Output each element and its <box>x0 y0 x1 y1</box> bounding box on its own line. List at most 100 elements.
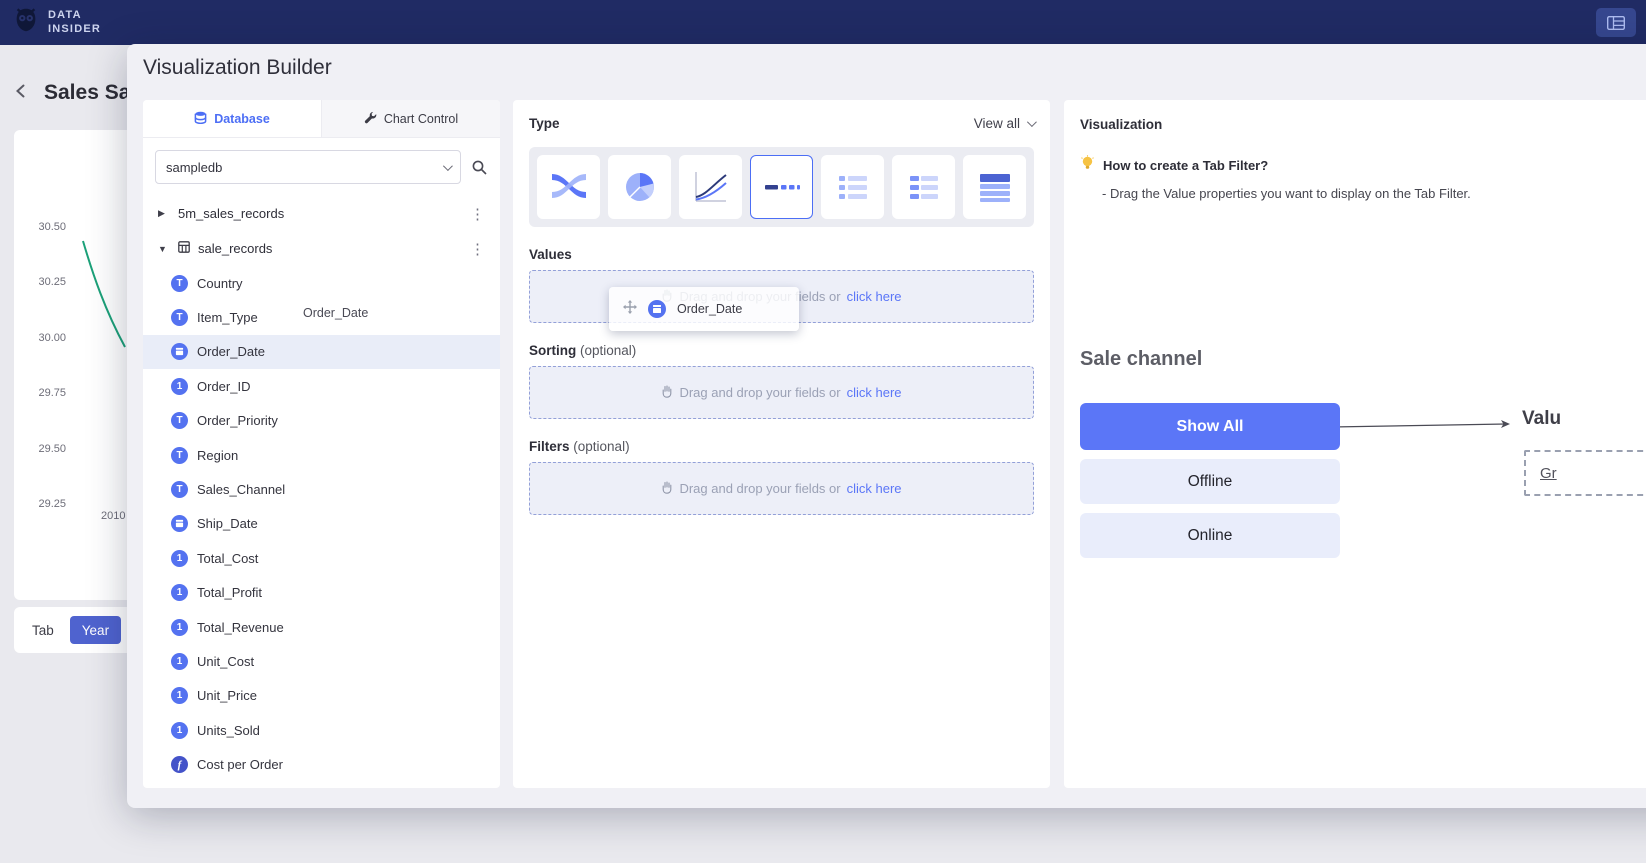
field-item-total-profit[interactable]: 1 Total_Profit <box>143 576 500 610</box>
table-tree: ▶ 5m_sales_records ⋮ ▼ sale_records ⋮ TC… <box>143 196 500 782</box>
field-item-total-revenue[interactable]: 1Total_Revenue <box>143 610 500 644</box>
tip-body: - Drag the Value properties you want to … <box>1102 186 1471 201</box>
y-axis-tick: 29.75 <box>20 387 66 399</box>
line-series <box>75 235 135 360</box>
dropzone-section-sorting: Sorting (optional) Drag and drop your fie… <box>529 343 1034 419</box>
annotation-group-label[interactable]: Gr <box>1540 465 1557 482</box>
chart-type-checklist-icon[interactable] <box>892 155 955 219</box>
chart-type-bullet-list-icon[interactable] <box>821 155 884 219</box>
tab-chart-control[interactable]: Chart Control <box>321 100 500 137</box>
field-label: Sales_Channel <box>197 482 285 497</box>
dropzone-heading: Filters (optional) <box>529 439 1034 454</box>
screen: DATA INSIDER Sales Sa 30.5030.2530.0029.… <box>0 0 1646 863</box>
text-field-icon: T <box>171 412 188 429</box>
kebab-menu-icon[interactable]: ⋮ <box>467 205 488 223</box>
field-item-total-cost[interactable]: 1 Total_Cost <box>143 541 500 575</box>
visualization-heading: Visualization <box>1080 117 1162 132</box>
field-label: Region <box>197 448 238 463</box>
field-item-region[interactable]: TRegion <box>143 438 500 472</box>
caret-right-icon[interactable]: ▶ <box>158 208 170 219</box>
preview-chart-title: Sale channel <box>1080 348 1202 371</box>
brand-text: DATA INSIDER <box>48 9 101 37</box>
field-label: Country <box>197 276 243 291</box>
tip-title: How to create a Tab Filter? <box>1103 158 1268 173</box>
filter-button-online[interactable]: Online <box>1080 513 1340 558</box>
view-all-button[interactable]: View all <box>974 116 1034 131</box>
click-here-link[interactable]: click here <box>847 481 902 496</box>
field-label: Order_Date <box>197 344 265 359</box>
type-header-row: Type View all <box>529 116 1034 131</box>
field-label: Unit_Price <box>197 688 257 703</box>
chart-type-tab-filter-icon[interactable] <box>750 155 813 219</box>
chart-config-panel: Type View all Values Drag and drop your … <box>513 100 1050 788</box>
annotation-value-label: Valu <box>1522 408 1561 430</box>
field-label: Unit_Cost <box>197 654 254 669</box>
table-label: 5m_sales_records <box>178 206 284 221</box>
drag-ghost-label: Order_Date <box>677 302 742 316</box>
dropzone-filters[interactable]: Drag and drop your fields orclick here <box>529 462 1034 515</box>
number-field-icon: 1 <box>171 550 188 567</box>
text-field-icon: T <box>171 309 188 326</box>
field-item-order-priority[interactable]: T Order_Priority <box>143 404 500 438</box>
field-item-item-type[interactable]: T Item_Type <box>143 300 500 334</box>
period-tab-tab[interactable]: Tab <box>22 616 64 644</box>
drag-ghost-chip[interactable]: Order_Date <box>609 287 799 331</box>
number-field-icon: 1 <box>171 584 188 601</box>
search-button[interactable] <box>471 159 488 176</box>
y-axis-tick: 29.50 <box>20 443 66 455</box>
field-item-sales-channel[interactable]: T Sales_Channel <box>143 472 500 506</box>
field-label: Total_Profit <box>197 585 262 600</box>
database-icon <box>194 111 207 127</box>
date-field-icon <box>171 515 188 532</box>
number-field-icon: 1 <box>171 687 188 704</box>
database-select-row: sampledb <box>143 138 500 196</box>
field-label: Units_Sold <box>197 723 260 738</box>
brand: DATA INSIDER <box>12 6 101 39</box>
search-icon <box>471 159 488 176</box>
field-list: TCountryTItem_TypeOrder_Date1Order_IDTOr… <box>143 266 500 782</box>
dropzone-heading: Sorting (optional) <box>529 343 1034 358</box>
field-label: Total_Cost <box>197 551 258 566</box>
click-here-link[interactable]: click here <box>847 289 902 304</box>
database-panel: Database Chart Control sampledb <box>143 100 500 788</box>
field-item-cost-per-order[interactable]: fCost per Order <box>143 747 500 781</box>
field-item-unit-cost[interactable]: 1 Unit_Cost <box>143 644 500 678</box>
y-axis-tick: 30.00 <box>20 332 66 344</box>
number-field-icon: 1 <box>171 378 188 395</box>
table-item-sale-records[interactable]: ▼ sale_records ⋮ <box>143 231 500 266</box>
chart-type-sankey-chart-icon[interactable] <box>537 155 600 219</box>
view-all-label: View all <box>974 116 1020 131</box>
dropzone-sorting[interactable]: Drag and drop your fields orclick here <box>529 366 1034 419</box>
top-navbar: DATA INSIDER <box>0 0 1646 45</box>
filter-button-show-all[interactable]: Show All <box>1080 403 1340 450</box>
field-item-unit-price[interactable]: 1 Unit_Price <box>143 679 500 713</box>
table-item-5m-sales-records[interactable]: ▶ 5m_sales_records ⋮ <box>143 196 500 231</box>
caret-down-icon[interactable]: ▼ <box>158 244 170 254</box>
filter-button-offline[interactable]: Offline <box>1080 459 1340 504</box>
y-axis-tick: 29.25 <box>20 498 66 510</box>
field-item-country[interactable]: TCountry <box>143 266 500 300</box>
drag-hand-icon <box>661 481 673 497</box>
click-here-link[interactable]: click here <box>847 385 902 400</box>
tab-database[interactable]: Database <box>143 100 321 137</box>
y-axis-tick: 30.50 <box>20 221 66 233</box>
field-item-units-sold[interactable]: 1Units_Sold <box>143 713 500 747</box>
field-label: Item_Type <box>197 310 258 325</box>
filter-button-group: Show All Offline Online <box>1080 403 1340 558</box>
chart-type-table-icon[interactable] <box>963 155 1026 219</box>
database-select[interactable]: sampledb <box>155 150 461 184</box>
chart-type-line-chart-icon[interactable] <box>679 155 742 219</box>
number-field-icon: 1 <box>171 653 188 670</box>
period-tab-year[interactable]: Year <box>70 616 121 644</box>
kebab-menu-icon[interactable]: ⋮ <box>467 240 488 258</box>
x-axis-tick: 2010 <box>101 510 125 522</box>
back-chevron-icon[interactable] <box>12 82 30 105</box>
field-item-order-id[interactable]: 1Order_ID <box>143 369 500 403</box>
dashboard-layout-button[interactable] <box>1596 8 1636 37</box>
text-field-icon: T <box>171 481 188 498</box>
field-item-order-date[interactable]: Order_Date <box>143 335 500 369</box>
field-label: Order_Priority <box>197 413 278 428</box>
chart-type-pie-chart-icon[interactable] <box>608 155 671 219</box>
field-item-ship-date[interactable]: Ship_Date <box>143 507 500 541</box>
database-select-value: sampledb <box>166 160 222 175</box>
